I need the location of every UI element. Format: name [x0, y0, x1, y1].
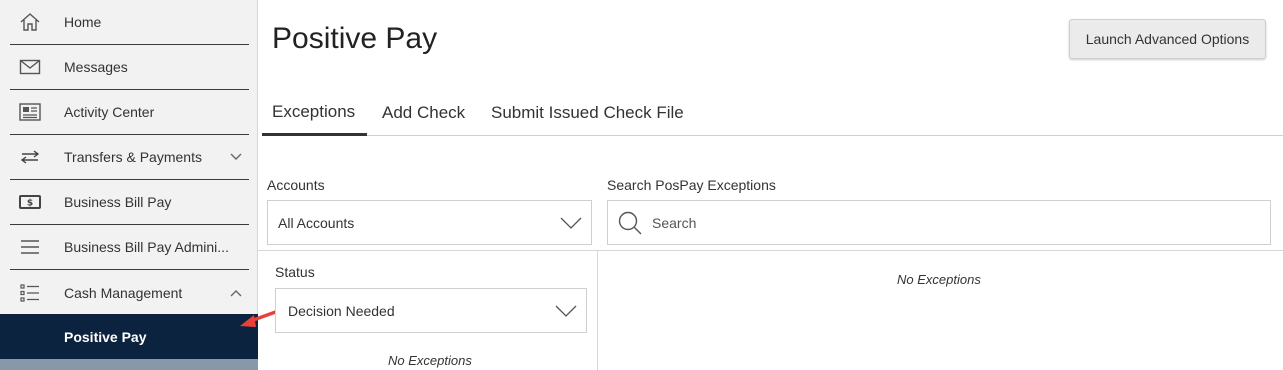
- sidebar-item-label: Transfers & Payments: [64, 149, 202, 165]
- transfer-arrows-icon: [10, 149, 50, 165]
- sidebar-item-label: Home: [64, 14, 102, 30]
- envelope-icon: [10, 59, 50, 75]
- tab-exceptions[interactable]: Exceptions: [262, 90, 367, 136]
- sidebar-item-activity-center[interactable]: Activity Center: [10, 90, 249, 135]
- tab-submit-issued-check-file[interactable]: Submit Issued Check File: [491, 90, 684, 136]
- accounts-select[interactable]: All Accounts: [267, 200, 592, 245]
- left-empty-message: No Exceptions: [388, 353, 472, 368]
- sidebar-item-next[interactable]: [0, 359, 258, 370]
- divider: [597, 251, 598, 370]
- sidebar-item-positive-pay[interactable]: Positive Pay: [0, 314, 258, 359]
- search-box: [607, 200, 1271, 245]
- chevron-down-icon[interactable]: [225, 153, 247, 161]
- sidebar-item-label: Business Bill Pay Admini...: [64, 239, 229, 255]
- search-input[interactable]: [652, 214, 1270, 231]
- sidebar-item-business-bill-pay-admin[interactable]: Business Bill Pay Admini...: [10, 225, 249, 270]
- home-icon: [10, 12, 50, 32]
- search-label: Search PosPay Exceptions: [607, 177, 776, 193]
- page-title: Positive Pay: [272, 22, 438, 55]
- svg-text:$: $: [27, 199, 33, 209]
- sidebar-item-label: Cash Management: [64, 284, 183, 301]
- chevron-up-icon[interactable]: [225, 289, 247, 297]
- sidebar-item-label: Activity Center: [64, 104, 155, 120]
- sidebar-item-business-bill-pay[interactable]: $ Business Bill Pay: [10, 180, 249, 225]
- hamburger-icon: [10, 239, 50, 255]
- sidebar-item-label: Business Bill Pay: [64, 194, 172, 210]
- chevron-down-icon: [546, 305, 586, 317]
- status-select-value: Decision Needed: [288, 302, 395, 319]
- accounts-select-value: All Accounts: [278, 214, 355, 231]
- status-label: Status: [275, 264, 315, 280]
- status-select[interactable]: Decision Needed: [275, 288, 587, 333]
- search-icon: [608, 210, 652, 236]
- divider: [258, 250, 1283, 251]
- accounts-label: Accounts: [267, 177, 325, 193]
- sidebar-item-transfers-payments[interactable]: Transfers & Payments: [10, 135, 249, 180]
- newspaper-icon: [10, 103, 50, 121]
- right-empty-message: No Exceptions: [897, 272, 981, 287]
- tab-add-check[interactable]: Add Check: [382, 90, 465, 136]
- sidebar: Home Messages Activity Center Transfers …: [0, 0, 258, 370]
- tab-bar: Exceptions Add Check Submit Issued Check…: [262, 90, 1283, 136]
- sidebar-item-cash-management[interactable]: Cash Management: [10, 270, 249, 315]
- sidebar-item-home[interactable]: Home: [10, 0, 249, 45]
- sidebar-item-label: Messages: [64, 59, 128, 75]
- checklist-icon: [10, 283, 50, 303]
- dollar-bill-icon: $: [10, 195, 50, 209]
- sidebar-item-label: Positive Pay: [64, 328, 147, 345]
- sidebar-item-messages[interactable]: Messages: [10, 45, 249, 90]
- launch-advanced-options-button[interactable]: Launch Advanced Options: [1069, 19, 1266, 59]
- chevron-down-icon: [551, 217, 591, 229]
